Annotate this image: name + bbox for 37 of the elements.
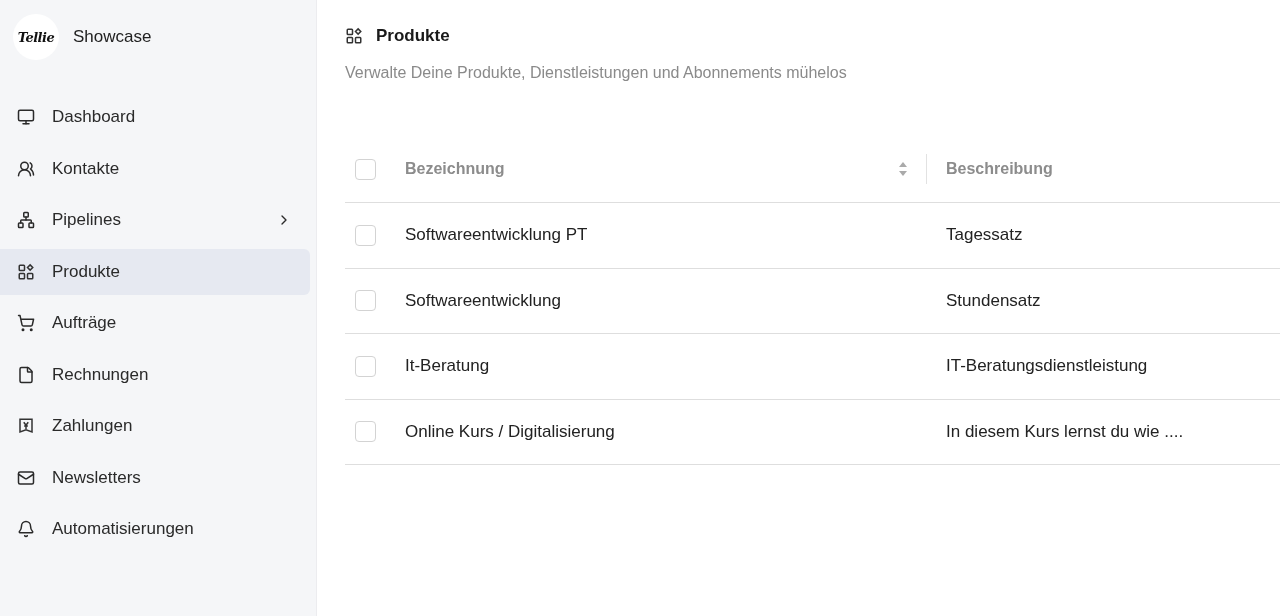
bell-icon [17, 520, 35, 539]
grid-icon [345, 27, 363, 45]
row-checkbox[interactable] [355, 355, 376, 377]
logo: Tellie [13, 14, 59, 60]
table-cell-text: In diesem Kurs lernst du wie .... [945, 421, 1185, 442]
table-cell-text: Online Kurs / Digitalisierung [405, 421, 616, 442]
workspace-name: Showcase [73, 27, 152, 47]
grid-icon [17, 262, 35, 281]
yen-icon [17, 417, 35, 436]
sidebar-item[interactable]: Rechnungen [0, 351, 310, 398]
table-cell-text: It-Beratung [405, 356, 491, 377]
page-title: Produkte [376, 26, 450, 46]
row-checkbox[interactable] [355, 290, 376, 312]
hierarchy-icon [17, 211, 35, 230]
cart-icon [17, 314, 35, 333]
users-icon [17, 159, 35, 178]
sidebar-item[interactable]: Kontakte [0, 145, 310, 192]
table-cell-text: Stundensatz [945, 290, 1042, 311]
row-checkbox[interactable] [355, 421, 376, 443]
table-cell-text: IT-Beratungsdienstleistung [945, 356, 1149, 377]
table-cell-text: Softwareentwicklung [405, 290, 562, 311]
page-subtitle: Verwalte Deine Produkte, Dienstleistungen und Abonnements mühelos [345, 64, 848, 82]
sidebar-item[interactable]: Automatisierungen [0, 506, 310, 553]
file-icon [17, 365, 35, 384]
table-cell-text: Softwareentwicklung PT [405, 225, 589, 246]
sidebar-item[interactable]: Aufträge [0, 300, 310, 347]
select-all-checkbox[interactable] [355, 158, 376, 180]
table-cell-text: Tagessatz [945, 225, 1024, 246]
sort-icon[interactable] [898, 161, 908, 177]
sidebar-item[interactable]: Zahlungen [0, 403, 310, 450]
sidebar-item[interactable]: Pipelines [0, 197, 310, 244]
sidebar-item[interactable]: Produkte [0, 248, 310, 295]
sidebar-item[interactable]: Newsletters [0, 454, 310, 501]
monitor-icon [17, 108, 35, 127]
row-checkbox[interactable] [355, 224, 376, 246]
mail-icon [17, 468, 35, 487]
sidebar-item[interactable]: Dashboard [0, 94, 310, 141]
